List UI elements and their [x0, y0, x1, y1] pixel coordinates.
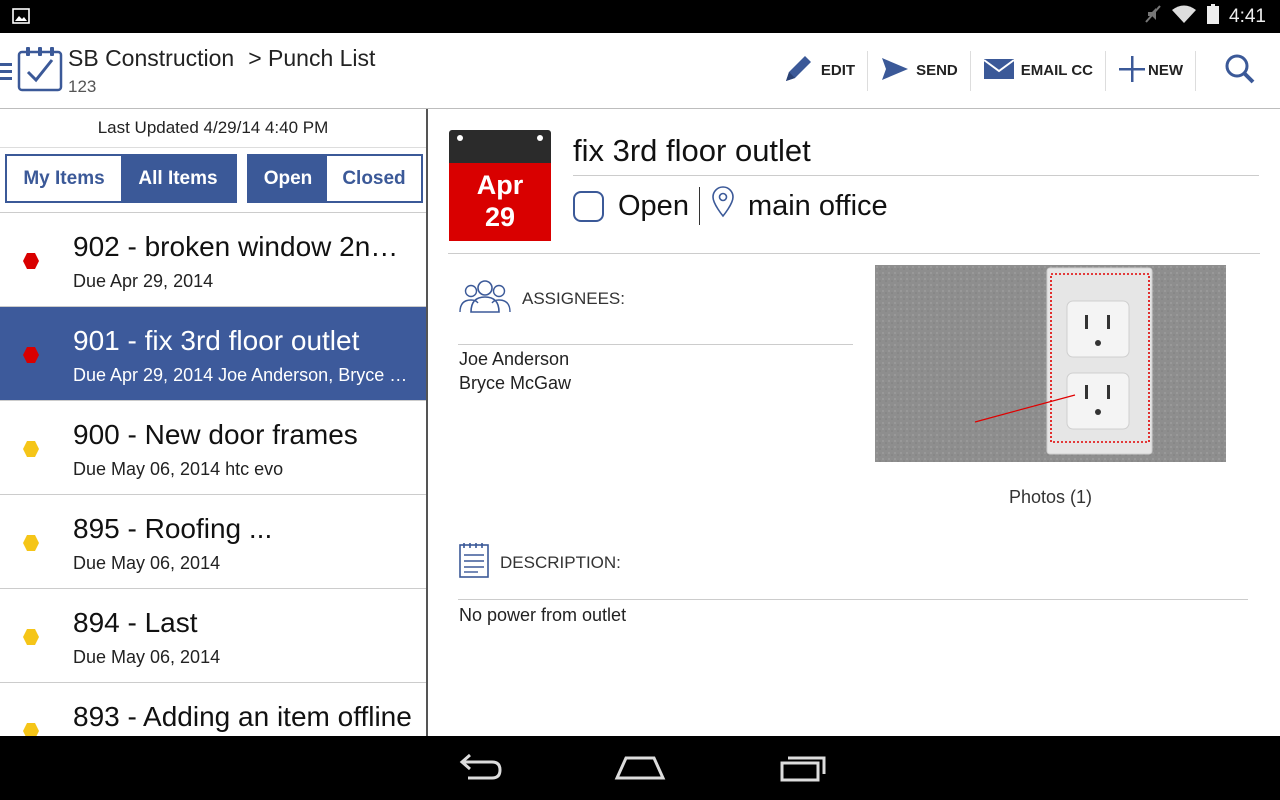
- checklist-app-icon[interactable]: [16, 46, 64, 97]
- due-day: 29: [484, 202, 516, 232]
- edit-button[interactable]: EDIT: [769, 50, 869, 91]
- assignees-label: ASSIGNEES:: [522, 288, 625, 308]
- send-label: SEND: [916, 62, 958, 79]
- priority-high-icon: [22, 252, 40, 270]
- plus-icon: [1118, 55, 1146, 87]
- location-text: main office: [747, 189, 888, 222]
- photos-link[interactable]: Photos (1): [875, 487, 1226, 508]
- last-updated: Last Updated 4/29/14 4:40 PM: [0, 109, 426, 148]
- outlet-photo[interactable]: [875, 265, 1226, 462]
- item-title: 894 - Last: [73, 607, 198, 638]
- filter-open[interactable]: Open: [249, 156, 327, 201]
- section-name: Punch List: [268, 45, 376, 71]
- project-name: SB Construction: [68, 45, 235, 71]
- punch-list-panel: Last Updated 4/29/14 4:40 PM My Items Al…: [0, 109, 428, 736]
- item-title: 902 - broken window 2nd floor: [73, 231, 413, 262]
- location-pin-icon: [710, 186, 736, 226]
- assignee-name: Bryce McGaw: [459, 373, 572, 393]
- search-button[interactable]: [1196, 51, 1280, 91]
- send-icon: [880, 56, 910, 86]
- action-buttons: EDIT SEND EMAIL CC NEW: [769, 33, 1280, 108]
- due-date-calendar-icon: Apr 29: [449, 130, 551, 241]
- back-icon[interactable]: [454, 752, 502, 789]
- list-item[interactable]: 900 - New door frames Due May 06, 2014 h…: [0, 401, 426, 495]
- description-text: No power from outlet: [459, 605, 627, 625]
- assignees-divider: [458, 344, 853, 345]
- detail-divider: [448, 253, 1260, 254]
- description-label: DESCRIPTION:: [500, 552, 621, 572]
- item-subtitle: Due Apr 29, 2014: [73, 271, 214, 291]
- breadcrumb: SB Construction > Punch List: [68, 45, 375, 72]
- drawer-menu-icon[interactable]: [0, 61, 12, 88]
- wifi-icon: [1171, 4, 1197, 29]
- people-icon: [458, 277, 522, 320]
- item-subtitle: Due May 06, 2014 htc evo: [73, 459, 284, 479]
- email-cc-button[interactable]: EMAIL CC: [971, 50, 1106, 91]
- system-nav-bar: [0, 736, 1280, 800]
- breadcrumb-separator: >: [248, 45, 262, 71]
- priority-medium-icon: [22, 722, 40, 736]
- punch-list: 902 - broken window 2nd floor Due Apr 29…: [0, 212, 426, 736]
- priority-high-icon: [22, 346, 40, 364]
- filter-bar: My Items All Items Open Closed: [5, 154, 423, 203]
- item-subtitle: Due May 06, 2014: [73, 647, 221, 667]
- list-item[interactable]: 902 - broken window 2nd floor Due Apr 29…: [0, 213, 426, 307]
- pencil-icon: [781, 52, 815, 90]
- status-checkbox[interactable]: [573, 190, 604, 222]
- description-divider: [458, 599, 1248, 600]
- calendar-hole: [537, 135, 543, 141]
- muted-icon: [1145, 4, 1161, 29]
- item-subtitle: Due Apr 29, 2014 Joe Anderson, Bryce McG…: [73, 365, 413, 385]
- list-item[interactable]: 895 - Roofing ... Due May 06, 2014: [0, 495, 426, 589]
- due-month: Apr: [476, 170, 524, 200]
- item-title: 900 - New door frames: [73, 419, 358, 450]
- filter-my-items[interactable]: My Items: [7, 156, 121, 201]
- list-item[interactable]: 894 - Last Due May 06, 2014: [0, 589, 426, 683]
- assignees-header: ASSIGNEES:: [458, 277, 625, 320]
- filter-closed[interactable]: Closed: [327, 156, 421, 201]
- clock: 4:41: [1229, 5, 1266, 27]
- item-subtitle: Due May 06, 2014: [73, 553, 221, 573]
- list-item[interactable]: 893 - Adding an item offline: [0, 683, 426, 736]
- calendar-binding: [449, 130, 551, 163]
- priority-medium-icon: [22, 628, 40, 646]
- home-icon[interactable]: [614, 752, 666, 789]
- project-number: 123: [68, 77, 97, 96]
- ownership-filter: My Items All Items: [5, 154, 237, 203]
- priority-medium-icon: [22, 534, 40, 552]
- gallery-notification-icon: [12, 8, 30, 29]
- item-title: 901 - fix 3rd floor outlet: [73, 325, 360, 356]
- status-filter: Open Closed: [247, 154, 423, 203]
- battery-icon: [1207, 4, 1220, 29]
- action-bar: SB Construction > Punch List 123 EDIT SEN…: [0, 33, 1280, 109]
- status-location-row: Open main office: [573, 186, 888, 226]
- item-detail-panel: Apr 29 fix 3rd floor outlet Open main of…: [428, 109, 1280, 736]
- new-button[interactable]: NEW: [1106, 50, 1196, 91]
- filter-all-items[interactable]: All Items: [121, 156, 235, 201]
- calendar-page: Apr 29: [449, 163, 551, 241]
- priority-medium-icon: [22, 440, 40, 458]
- item-title: 895 - Roofing ...: [73, 513, 273, 544]
- envelope-icon: [983, 57, 1015, 85]
- list-item-selected[interactable]: 901 - fix 3rd floor outlet Due Apr 29, 2…: [0, 307, 426, 401]
- status-text: Open: [618, 189, 689, 222]
- email-cc-label: EMAIL CC: [1020, 62, 1093, 79]
- status-bar: 4:41: [0, 0, 1280, 33]
- status-divider: [698, 187, 700, 225]
- new-label: NEW: [1148, 62, 1183, 79]
- search-icon: [1224, 53, 1256, 89]
- send-button[interactable]: SEND: [868, 50, 971, 91]
- recent-apps-icon[interactable]: [778, 752, 828, 789]
- calendar-hole: [457, 135, 463, 141]
- description-header: DESCRIPTION:: [458, 541, 621, 584]
- edit-label: EDIT: [820, 62, 856, 79]
- notepad-icon: [458, 541, 500, 584]
- item-title-heading: fix 3rd floor outlet: [573, 133, 1259, 176]
- item-title: 893 - Adding an item offline: [73, 701, 412, 732]
- assignee-name: Joe Anderson: [459, 349, 570, 369]
